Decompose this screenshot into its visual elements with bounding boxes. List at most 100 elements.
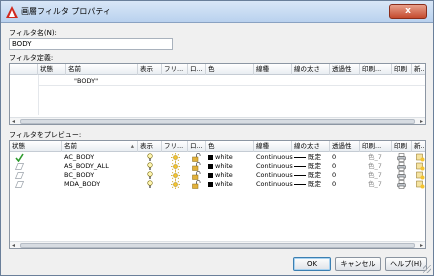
unlocked-padlock-icon[interactable]	[192, 180, 201, 189]
definition-hscrollbar[interactable]: ◂ ▸	[10, 117, 425, 124]
layer-transparency[interactable]: 0	[332, 162, 336, 170]
scroll-left-arrow-icon[interactable]: ◂	[12, 242, 15, 248]
def-col-status[interactable]: 状態	[38, 64, 66, 75]
layer-color[interactable]: white	[208, 153, 233, 161]
filter-definition-label: フィルタ定義:	[9, 54, 54, 62]
filter-definition-grid[interactable]: 状態 名前 表示 フリ... ロ... 色 線種 線の太さ 透過性 印刷... …	[9, 63, 426, 125]
layer-linetype[interactable]: Continuous	[256, 153, 293, 161]
layer-lineweight[interactable]: 既定	[294, 180, 321, 188]
ok-button[interactable]: OK	[293, 257, 331, 271]
unlocked-padlock-icon[interactable]	[192, 162, 201, 171]
preview-scroll-thumb[interactable]	[20, 243, 415, 248]
pv-col-color[interactable]: 色	[206, 141, 254, 152]
layer-linetype[interactable]: Continuous	[256, 162, 293, 170]
layer-transparency[interactable]: 0	[332, 153, 336, 161]
resize-grip-icon[interactable]	[423, 265, 431, 273]
pv-col-plotstyle[interactable]: 印刷...	[360, 141, 392, 152]
pv-col-on[interactable]: 表示	[138, 141, 162, 152]
layer-plotstyle[interactable]: 色_7	[368, 162, 382, 170]
layer-transparency[interactable]: 0	[332, 180, 336, 188]
lightbulb-on-icon[interactable]	[147, 162, 153, 171]
layer-transparency[interactable]: 0	[332, 171, 336, 179]
def-col-freeze[interactable]: フリ...	[162, 64, 188, 75]
definition-header: 状態 名前 表示 フリ... ロ... 色 線種 線の太さ 透過性 印刷... …	[10, 64, 425, 75]
definition-scroll-thumb[interactable]	[20, 119, 415, 124]
title-bar[interactable]: 画層フィルタ プロパティ x	[1, 1, 433, 23]
cancel-button[interactable]: キャンセル	[335, 257, 381, 271]
new-viewport-freeze-icon[interactable]	[416, 153, 425, 162]
def-col-name[interactable]: 名前	[66, 64, 138, 75]
sun-thawed-icon[interactable]	[171, 171, 180, 180]
new-viewport-freeze-icon[interactable]	[416, 180, 425, 189]
pv-col-linetype[interactable]: 線種	[254, 141, 292, 152]
printer-icon[interactable]	[397, 171, 406, 180]
sun-thawed-icon[interactable]	[171, 153, 180, 162]
printer-icon[interactable]	[397, 162, 406, 171]
lineweight-sample-icon	[294, 156, 306, 158]
def-col-color[interactable]: 色	[206, 64, 254, 75]
close-button[interactable]: x	[389, 4, 427, 19]
layer-linetype[interactable]: Continuous	[256, 180, 293, 188]
unlocked-padlock-icon[interactable]	[192, 171, 201, 180]
layer-color[interactable]: white	[208, 171, 233, 179]
filter-preview-label: フィルタをプレビュー:	[9, 131, 82, 139]
layer-linetype[interactable]: Continuous	[256, 171, 293, 179]
filter-name-input[interactable]: BODY	[9, 38, 173, 50]
def-col-lock[interactable]: ロ...	[188, 64, 206, 75]
layer-lineweight[interactable]: 既定	[294, 162, 321, 170]
scroll-right-arrow-icon[interactable]: ▸	[420, 242, 423, 248]
preview-hscrollbar[interactable]: ◂ ▸	[10, 241, 425, 248]
new-viewport-freeze-icon[interactable]	[416, 171, 425, 180]
layer-plotstyle[interactable]: 色_7	[368, 180, 382, 188]
scroll-right-arrow-icon[interactable]: ▸	[420, 118, 423, 124]
layer-color[interactable]: white	[208, 162, 233, 170]
current-layer-check-icon	[15, 153, 24, 162]
pv-col-lock[interactable]: ロ...	[188, 141, 206, 152]
color-swatch-icon	[208, 163, 213, 169]
preview-row[interactable]: MDA_BODY white Continuous 既定 0 色_7	[10, 180, 425, 189]
unlocked-padlock-icon[interactable]	[192, 153, 201, 162]
def-col-new-vp-freeze[interactable]: 新...	[412, 64, 425, 75]
color-swatch-icon	[208, 172, 213, 178]
pv-col-plot[interactable]: 印刷	[392, 141, 412, 152]
pv-col-freeze[interactable]: フリ...	[162, 141, 188, 152]
lightbulb-on-icon[interactable]	[147, 180, 153, 189]
lightbulb-on-icon[interactable]	[147, 171, 153, 180]
scroll-left-arrow-icon[interactable]: ◂	[12, 118, 15, 124]
layer-plotstyle[interactable]: 色_7	[368, 171, 382, 179]
def-col-blank	[10, 64, 38, 75]
sun-thawed-icon[interactable]	[171, 180, 180, 189]
layer-color[interactable]: white	[208, 180, 233, 188]
def-col-lineweight[interactable]: 線の太さ	[292, 64, 330, 75]
color-name: white	[215, 153, 233, 161]
def-col-on[interactable]: 表示	[138, 64, 162, 75]
pv-col-transparency[interactable]: 透過性	[330, 141, 360, 152]
printer-icon[interactable]	[397, 180, 406, 189]
sun-thawed-icon[interactable]	[171, 162, 180, 171]
def-col-plot[interactable]: 印刷	[392, 64, 412, 75]
preview-row[interactable]: AS_BODY_ALL white Continuous 既定 0 色_7	[10, 162, 425, 171]
color-name: white	[215, 162, 233, 170]
def-col-plotstyle[interactable]: 印刷...	[360, 64, 392, 75]
help-button[interactable]: ヘルプ(H)	[385, 257, 427, 271]
def-row-name[interactable]: "BODY"	[74, 77, 98, 85]
def-row-line	[38, 85, 425, 86]
filter-name-label: フィルタ名(N):	[9, 29, 57, 37]
def-col-linetype[interactable]: 線種	[254, 64, 292, 75]
filter-preview-grid[interactable]: 状態 名前 ▴ 表示 フリ... ロ... 色 線種 線の太さ 透過性 印刷...…	[9, 140, 426, 249]
layer-lineweight[interactable]: 既定	[294, 153, 321, 161]
lineweight-sample-icon	[294, 174, 306, 176]
layer-state-icon	[15, 163, 24, 170]
preview-row[interactable]: BC_BODY white Continuous 既定 0 色_7	[10, 171, 425, 180]
layer-lineweight[interactable]: 既定	[294, 171, 321, 179]
preview-row[interactable]: AC_BODY white Continuous 既定 0 色_7	[10, 153, 425, 162]
pv-col-name[interactable]: 名前 ▴	[62, 141, 138, 152]
printer-icon[interactable]	[397, 153, 406, 162]
pv-col-lineweight[interactable]: 線の太さ	[292, 141, 330, 152]
lightbulb-on-icon[interactable]	[147, 153, 153, 162]
new-viewport-freeze-icon[interactable]	[416, 162, 425, 171]
pv-col-status[interactable]: 状態	[10, 141, 62, 152]
pv-col-new-vp-freeze[interactable]: 新...	[412, 141, 425, 152]
layer-plotstyle[interactable]: 色_7	[368, 153, 382, 161]
def-col-transparency[interactable]: 透過性	[330, 64, 360, 75]
